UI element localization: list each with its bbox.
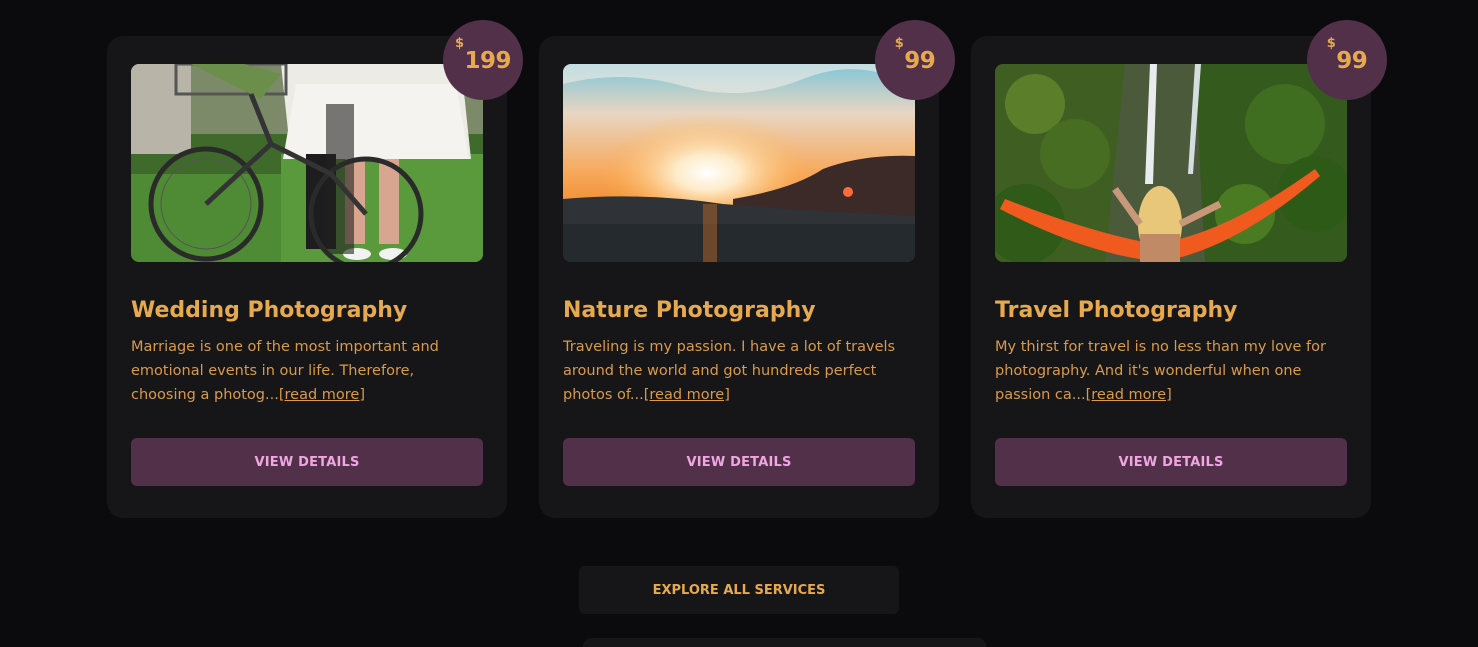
wedding-photo — [131, 64, 483, 262]
explore-all-services-button[interactable]: EXPLORE ALL SERVICES — [579, 566, 899, 614]
price-currency: $ — [1326, 36, 1336, 51]
view-details-button[interactable]: VIEW DETAILS — [131, 438, 483, 486]
price-badge: $ 99 — [875, 20, 955, 100]
price-badge: $ 199 — [443, 20, 523, 100]
read-more-link[interactable]: [read more] — [644, 387, 730, 403]
price-amount: 99 — [1336, 48, 1368, 74]
card-description: Traveling is my passion. I have a lot of… — [563, 335, 915, 407]
service-card-nature: $ 99 Nature Photography Traveling is my … — [539, 20, 955, 518]
price-amount: 199 — [464, 48, 512, 74]
price-currency: $ — [454, 36, 464, 51]
service-card-wedding: $ 199 Wedding Photography Marriage is on… — [107, 20, 523, 518]
service-card-travel: $ 99 Travel Photography My thirst for tr… — [971, 20, 1387, 518]
card-description: Marriage is one of the most important an… — [131, 335, 483, 407]
price-currency: $ — [894, 36, 904, 51]
read-more-link[interactable]: [read more] — [1086, 387, 1172, 403]
price-amount: 99 — [904, 48, 936, 74]
card-description: My thirst for travel is no less than my … — [995, 335, 1347, 407]
view-details-button[interactable]: VIEW DETAILS — [995, 438, 1347, 486]
price-badge: $ 99 — [1307, 20, 1387, 100]
next-section-edge — [583, 638, 986, 647]
travel-photo — [995, 64, 1347, 262]
card-title: Travel Photography — [995, 298, 1238, 323]
card-title: Nature Photography — [563, 298, 816, 323]
card-title: Wedding Photography — [131, 298, 408, 323]
read-more-link[interactable]: [read more] — [279, 387, 365, 403]
services-section: $ 199 Wedding Photography Marriage is on… — [0, 0, 1478, 647]
nature-photo — [563, 64, 915, 262]
view-details-button[interactable]: VIEW DETAILS — [563, 438, 915, 486]
